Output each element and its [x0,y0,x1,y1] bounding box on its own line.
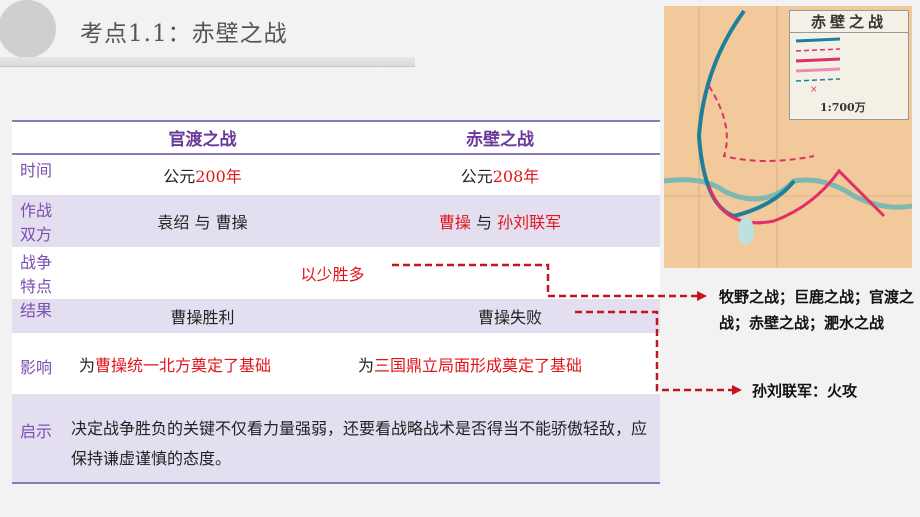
connector-arrows [392,263,742,395]
famous-battles-note: 牧野之战；巨鹿之战；官渡之战；赤壁之战；淝水之战 [719,288,915,332]
tactic-note: 孙刘联军：火攻 [752,382,858,400]
dashed-connector-tactic [575,310,735,392]
arrowhead-icon [697,291,707,301]
dashed-connector-battles [392,263,700,298]
arrowhead-icon [732,385,742,395]
